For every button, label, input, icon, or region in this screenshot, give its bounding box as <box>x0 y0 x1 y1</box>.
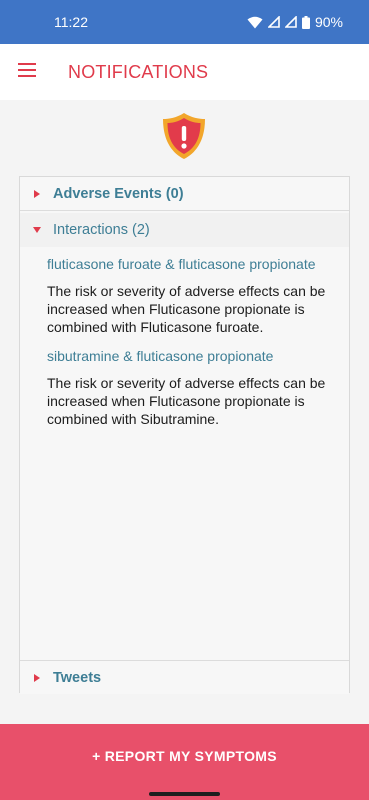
interaction-description: The risk or severity of adverse effects … <box>47 375 326 427</box>
caret-right-icon <box>20 673 53 682</box>
signal-icon <box>267 16 280 28</box>
hamburger-menu-icon <box>18 62 36 82</box>
battery-percent: 90% <box>314 14 343 30</box>
signal-icon <box>284 16 297 28</box>
caret-down-icon <box>20 227 53 233</box>
interaction-description: The risk or severity of adverse effects … <box>47 283 326 335</box>
home-gesture-handle[interactable] <box>149 792 220 796</box>
section-tweets-label: Tweets <box>53 669 102 686</box>
wifi-icon <box>247 16 263 29</box>
section-tweets[interactable]: Tweets <box>20 660 349 694</box>
interactions-list: fluticasone furoate & fluticasone propio… <box>47 255 327 439</box>
warning-shield-icon <box>161 112 207 160</box>
notifications-panel: Adverse Events (0) Interactions (2) flut… <box>19 176 350 694</box>
interaction-title[interactable]: sibutramine & fluticasone propionate <box>47 347 327 365</box>
app-bar: NOTIFICATIONS <box>0 44 369 100</box>
report-symptoms-button[interactable]: + REPORT MY SYMPTOMS <box>0 724 369 788</box>
interaction-item: fluticasone furoate & fluticasone propio… <box>47 255 327 336</box>
interaction-title[interactable]: fluticasone furoate & fluticasone propio… <box>47 255 327 273</box>
section-adverse-events-label: Adverse Events (0) <box>53 185 184 202</box>
interaction-item: sibutramine & fluticasone propionate The… <box>47 347 327 428</box>
status-time: 11:22 <box>54 14 88 30</box>
page-title: NOTIFICATIONS <box>68 61 209 82</box>
section-adverse-events[interactable]: Adverse Events (0) <box>20 177 349 211</box>
status-icons: 90% <box>247 14 343 30</box>
section-interactions[interactable]: Interactions (2) <box>20 213 349 247</box>
status-bar: 11:22 90% <box>0 0 369 44</box>
report-symptoms-label: + REPORT MY SYMPTOMS <box>92 748 277 764</box>
caret-right-icon <box>20 189 53 198</box>
hamburger-menu-button[interactable] <box>0 44 54 100</box>
battery-icon <box>301 15 310 29</box>
section-interactions-label: Interactions (2) <box>53 222 150 238</box>
